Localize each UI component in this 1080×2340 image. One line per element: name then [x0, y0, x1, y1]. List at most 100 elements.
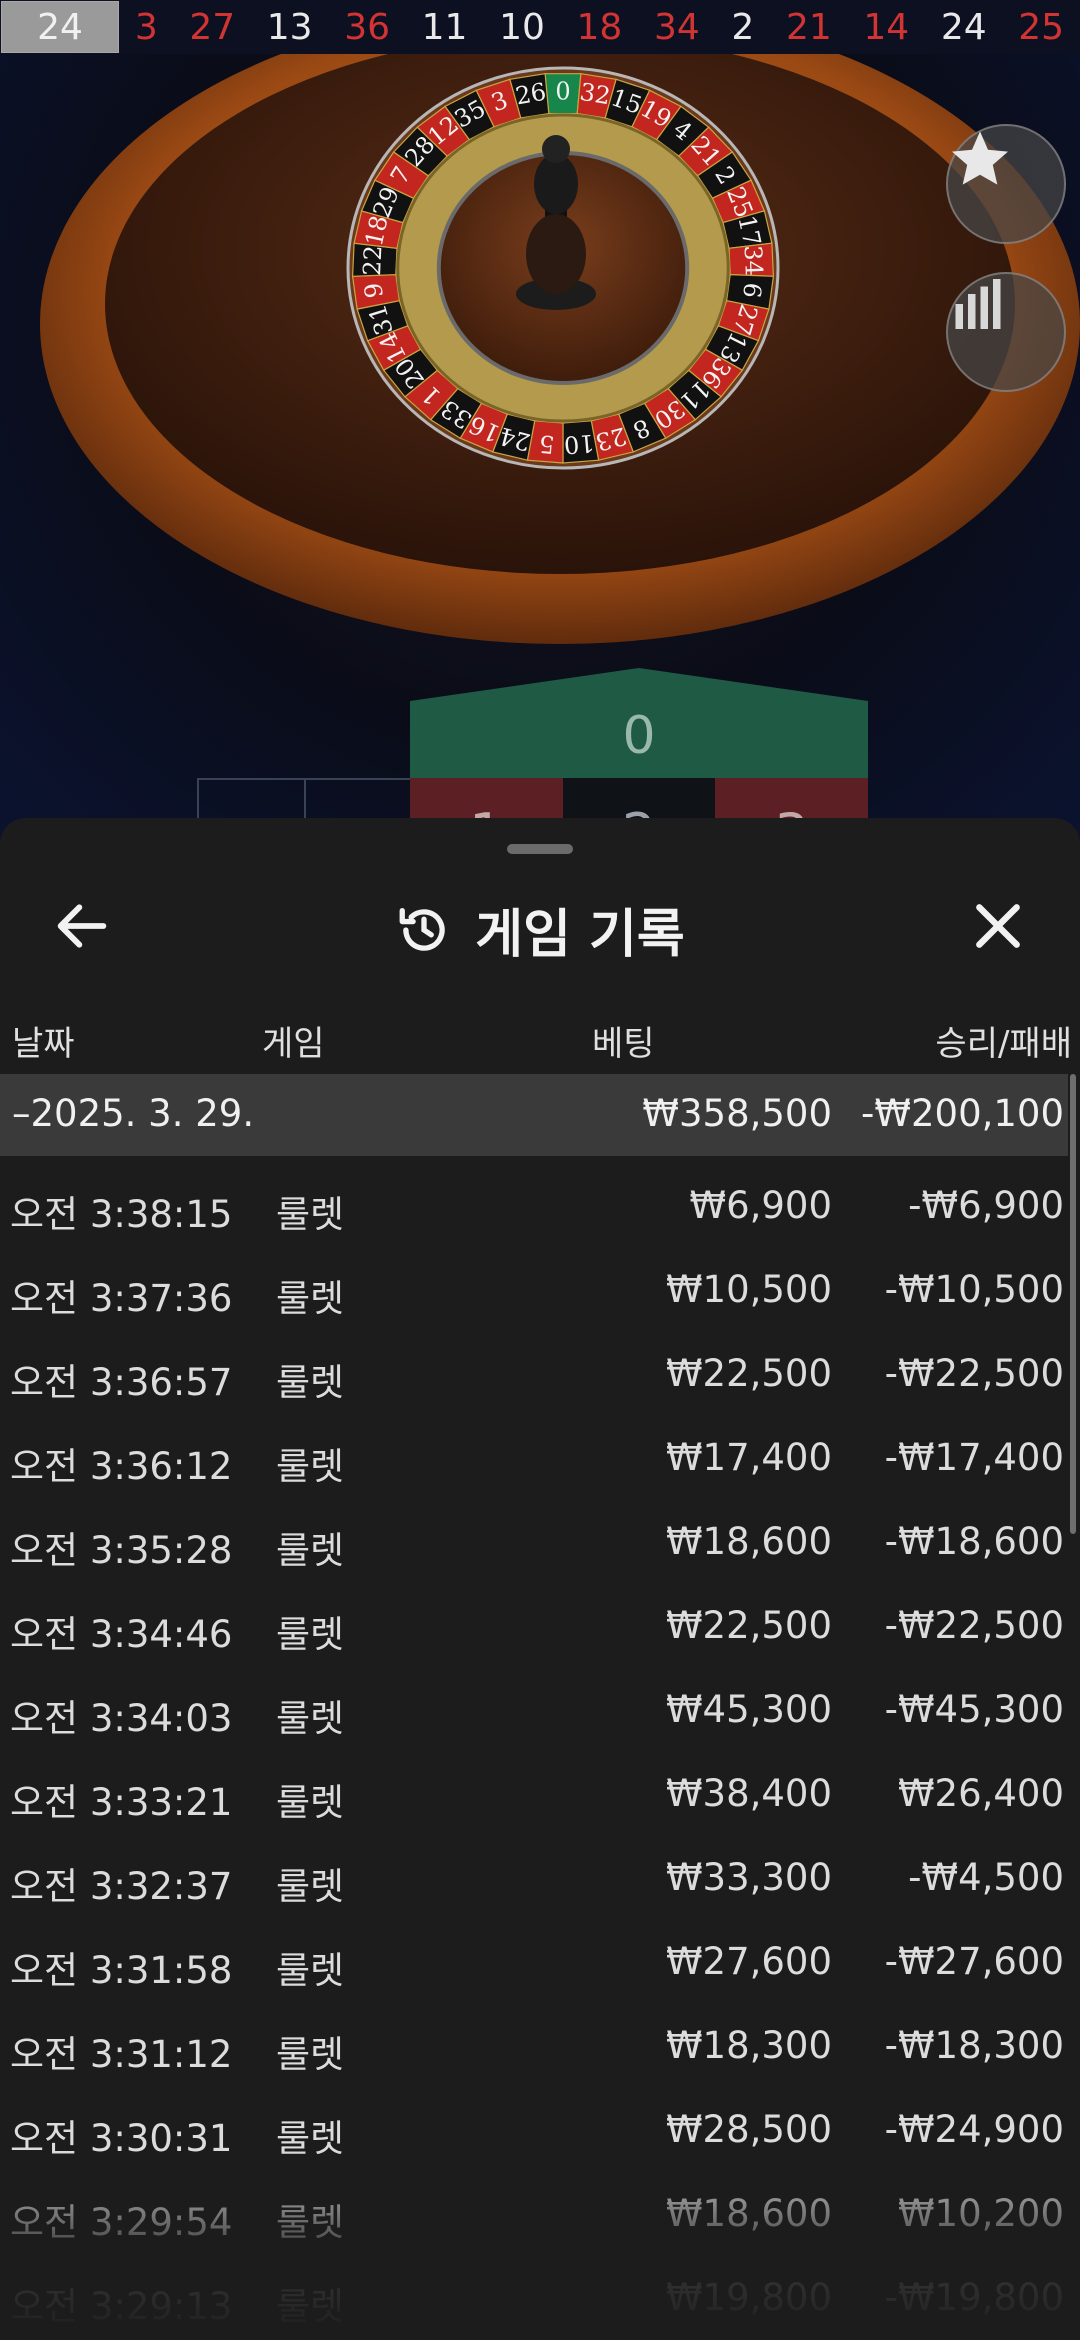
date-group-row[interactable]: –2025. 3. 29. ₩358,500 -₩200,100	[0, 1074, 1068, 1156]
history-row[interactable]: 오전 3:33:21 룰렛 ₩38,400 ₩26,400	[0, 1752, 1068, 1836]
close-icon	[976, 904, 1020, 948]
result-number: 10	[499, 6, 545, 48]
row-bet: ₩19,800	[665, 2276, 832, 2319]
row-bet: ₩18,600	[665, 2192, 832, 2235]
row-bet: ₩18,300	[665, 2024, 832, 2067]
row-bet: ₩22,500	[665, 1352, 832, 1395]
row-time: 오전 3:29:54	[10, 2201, 233, 2244]
row-result: ₩26,400	[897, 1772, 1064, 1815]
date-group-label: –2025. 3. 29.	[12, 1092, 255, 1135]
row-time: 오전 3:36:57	[10, 1361, 233, 1404]
scrollbar[interactable]	[1070, 1074, 1076, 1534]
row-result: -₩22,500	[884, 1604, 1064, 1647]
row-bet: ₩17,400	[665, 1436, 832, 1479]
history-row[interactable]: 오전 3:31:58 룰렛 ₩27,600 -₩27,600	[0, 1920, 1068, 2004]
row-game: 룰렛	[276, 1445, 345, 1488]
close-button[interactable]	[966, 894, 1030, 958]
wheel-pocket-number: 34	[739, 245, 768, 277]
row-result: -₩27,600	[884, 1940, 1064, 1983]
wheel-pocket-number: 22	[358, 245, 387, 277]
result-number: 11	[421, 6, 468, 48]
result-number: 27	[189, 6, 236, 48]
wheel-pocket-number: 5	[538, 429, 556, 458]
row-bet: ₩38,400	[665, 1772, 832, 1815]
history-row[interactable]: 오전 3:31:12 룰렛 ₩18,300 -₩18,300	[0, 2004, 1068, 2088]
roulette-video-area: 0 32 15 19 4 21 2 25 17 34 6 27 13 36 11 30 8 23 10 5 24 16 33…	[0, 54, 1080, 844]
row-game: 룰렛	[276, 1865, 345, 1908]
result-number: 34	[653, 6, 700, 48]
column-bet: 베팅	[592, 1024, 655, 1064]
sheet-title: 게임 기록	[475, 905, 685, 965]
sheet-drag-handle[interactable]	[507, 844, 573, 854]
row-result: -₩45,300	[884, 1688, 1064, 1731]
result-number: 3	[134, 6, 158, 48]
recent-results-strip: 24 3 27 13 36 11 10 18 34 2 21 14 24 25	[0, 0, 1080, 54]
history-row[interactable]: 오전 3:29:54 룰렛 ₩18,600 ₩10,200	[0, 2172, 1068, 2256]
history-row[interactable]: 오전 3:37:36 룰렛 ₩10,500 -₩10,500	[0, 1248, 1068, 1332]
history-row[interactable]: 오전 3:38:15 룰렛 ₩6,900 -₩6,900	[0, 1164, 1068, 1248]
column-game: 게임	[262, 1024, 325, 1064]
result-number: 25	[1018, 6, 1065, 48]
row-time: 오전 3:32:37	[10, 1865, 233, 1908]
row-time: 오전 3:35:28	[10, 1529, 233, 1572]
row-game: 룰렛	[276, 1613, 345, 1656]
row-result: -₩17,400	[884, 1436, 1064, 1479]
result-number: 2	[731, 6, 755, 48]
history-row[interactable]: 오전 3:30:31 룰렛 ₩28,500 -₩24,900	[0, 2088, 1068, 2172]
history-row[interactable]: 오전 3:36:12 룰렛 ₩17,400 -₩17,400	[0, 1416, 1068, 1500]
history-row[interactable]: 오전 3:32:37 룰렛 ₩33,300 -₩4,500	[0, 1836, 1068, 1920]
row-game: 룰렛	[276, 2033, 345, 2076]
wheel-pocket-number: 0	[555, 78, 570, 106]
row-bet: ₩45,300	[665, 1688, 832, 1731]
row-time: 오전 3:33:21	[10, 1781, 233, 1824]
wheel-pocket-number: 32	[578, 78, 613, 111]
row-result: -₩19,800	[884, 2276, 1064, 2319]
column-result: 승리/패배	[935, 1024, 1072, 1064]
row-result: -₩10,500	[884, 1268, 1064, 1311]
row-game: 룰렛	[276, 1949, 345, 1992]
row-result: -₩22,500	[884, 1352, 1064, 1395]
row-time: 오전 3:31:58	[10, 1949, 233, 1992]
table-header: 날짜 게임 베팅 승리/패배	[0, 1002, 1080, 1072]
row-game: 룰렛	[276, 1361, 345, 1404]
row-time: 오전 3:30:31	[10, 2117, 233, 2160]
history-row[interactable]: 오전 3:34:03 룰렛 ₩45,300 -₩45,300	[0, 1668, 1068, 1752]
row-result: -₩18,600	[884, 1520, 1064, 1563]
bar-chart-icon	[955, 279, 1001, 329]
wheel-pocket-number: 26	[513, 78, 548, 111]
row-time: 오전 3:34:03	[10, 1697, 233, 1740]
game-history-sheet: 게임 기록 날짜 게임 베팅 승리/패배 –2025. 3. 29. ₩358,…	[0, 818, 1080, 2340]
history-row[interactable]: 오전 3:34:46 룰렛 ₩22,500 -₩22,500	[0, 1584, 1068, 1668]
result-number: 36	[344, 6, 391, 48]
row-bet: ₩33,300	[665, 1856, 832, 1899]
row-result: -₩6,900	[908, 1184, 1064, 1227]
row-time: 오전 3:36:12	[10, 1445, 233, 1488]
history-row[interactable]: 오전 3:29:13 룰렛 ₩19,800 -₩19,800	[0, 2256, 1068, 2340]
row-result: -₩24,900	[884, 2108, 1064, 2151]
row-game: 룰렛	[276, 1697, 345, 1740]
row-game: 룰렛	[276, 1529, 345, 1572]
row-time: 오전 3:29:13	[10, 2285, 233, 2328]
sheet-header: 게임 기록	[0, 862, 1080, 992]
result-number: 18	[576, 6, 623, 48]
date-group-result: -₩200,100	[861, 1092, 1064, 1135]
history-row[interactable]: 오전 3:35:28 룰렛 ₩18,600 -₩18,600	[0, 1500, 1068, 1584]
row-bet: ₩6,900	[689, 1184, 832, 1227]
result-number: 14	[863, 6, 910, 48]
result-number: 13	[266, 6, 313, 48]
last-result: 24	[1, 1, 119, 53]
date-group-bet: ₩358,500	[642, 1092, 832, 1135]
row-bet: ₩10,500	[665, 1268, 832, 1311]
favorite-button[interactable]	[946, 124, 1066, 244]
history-row[interactable]: 오전 3:36:57 룰렛 ₩22,500 -₩22,500	[0, 1332, 1068, 1416]
statistics-button[interactable]	[946, 272, 1066, 392]
row-time: 오전 3:31:12	[10, 2033, 233, 2076]
row-time: 오전 3:38:15	[10, 1193, 233, 1236]
row-game: 룰렛	[276, 2285, 345, 2328]
history-list[interactable]: –2025. 3. 29. ₩358,500 -₩200,100 오전 3:38…	[0, 1074, 1080, 2340]
row-time: 오전 3:37:36	[10, 1277, 233, 1320]
star-icon	[952, 131, 1008, 185]
row-game: 룰렛	[276, 1277, 345, 1320]
row-bet: ₩18,600	[665, 1520, 832, 1563]
result-number: 24	[940, 6, 987, 48]
